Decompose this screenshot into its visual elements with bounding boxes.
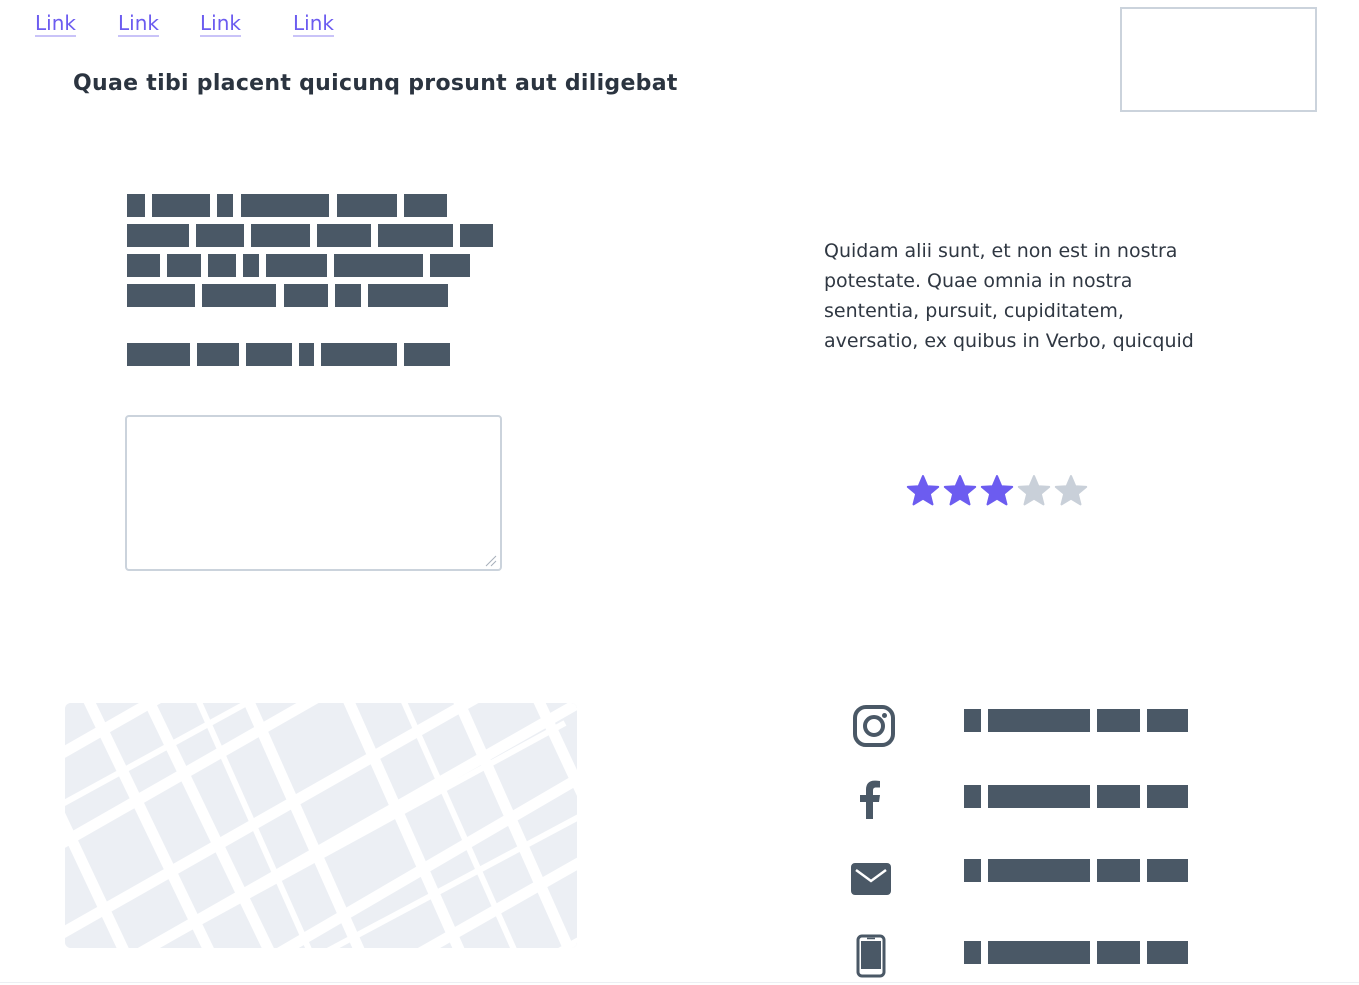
text-placeholder-bar [196,224,244,247]
text-placeholder-bar [284,284,328,307]
text-placeholder-bar [251,224,310,247]
text-placeholder-bar [334,254,423,277]
contact-text-placeholder [988,785,1090,808]
nav-link-2[interactable]: Link [118,11,159,37]
logo-placeholder [1120,7,1317,112]
facebook-icon[interactable] [848,777,892,821]
map[interactable] [65,703,577,948]
contact-text-placeholder [1097,785,1140,808]
text-placeholder-bar [404,343,450,366]
text-placeholder-bar [152,194,210,217]
text-placeholder-bar [208,254,236,277]
resize-grip-icon[interactable] [483,553,497,567]
text-placeholder-bar [317,224,371,247]
contact-text-placeholder [1147,941,1188,964]
text-placeholder-bar [127,194,145,217]
text-placeholder-bar [335,284,361,307]
contact-text-placeholder [988,859,1090,882]
contact-text-placeholder [964,785,981,808]
text-placeholder-bar [378,224,453,247]
intro-paragraph: Quidam alii sunt, et non est in nostra p… [824,240,1194,352]
text-placeholder-bar [243,254,259,277]
text-placeholder-bar [241,194,329,217]
contact-text-placeholder [1097,941,1140,964]
text-placeholder-bar [404,194,447,217]
star-icon[interactable] [943,474,977,508]
text-placeholder-bar [368,284,448,307]
text-placeholder-bar [246,343,292,366]
text-placeholder-bar [266,254,327,277]
nav-link-1[interactable]: Link [35,11,76,37]
nav-link-3[interactable]: Link [200,11,241,37]
text-placeholder-bar [127,343,190,366]
text-placeholder-bar [217,194,233,217]
text-placeholder-bar [127,224,189,247]
text-placeholder-bar [337,194,397,217]
nav-link-4[interactable]: Link [293,11,334,37]
contact-text-placeholder [1147,859,1188,882]
star-icon[interactable] [1017,474,1051,508]
contact-text-placeholder [1097,709,1140,732]
text-placeholder-bar [127,254,160,277]
text-placeholder-bar [460,224,493,247]
contact-text-placeholder [1147,709,1188,732]
message-textarea[interactable] [125,415,502,571]
star-icon[interactable] [980,474,1014,508]
star-rating[interactable] [906,474,1088,508]
page: Link Link Link Link Quae tibi placent qu… [0,0,1359,985]
text-placeholder-bar [299,343,314,366]
star-icon[interactable] [906,474,940,508]
contact-text-placeholder [964,709,981,732]
text-placeholder-bar [197,343,239,366]
instagram-icon[interactable] [852,704,896,748]
phone-icon[interactable] [849,934,893,978]
contact-text-placeholder [1147,785,1188,808]
mail-icon[interactable] [849,857,893,901]
text-placeholder-bar [430,254,470,277]
contact-text-placeholder [988,709,1090,732]
contact-text-placeholder [1097,859,1140,882]
map-streets [65,703,577,948]
star-icon[interactable] [1054,474,1088,508]
text-placeholder-bar [167,254,201,277]
contact-text-placeholder [964,859,981,882]
contact-text-placeholder [988,941,1090,964]
text-placeholder-bar [202,284,276,307]
text-placeholder-bar [321,343,397,366]
page-title: Quae tibi placent quicunq prosunt aut di… [73,71,678,96]
text-placeholder-bar [127,284,195,307]
contact-text-placeholder [964,941,981,964]
